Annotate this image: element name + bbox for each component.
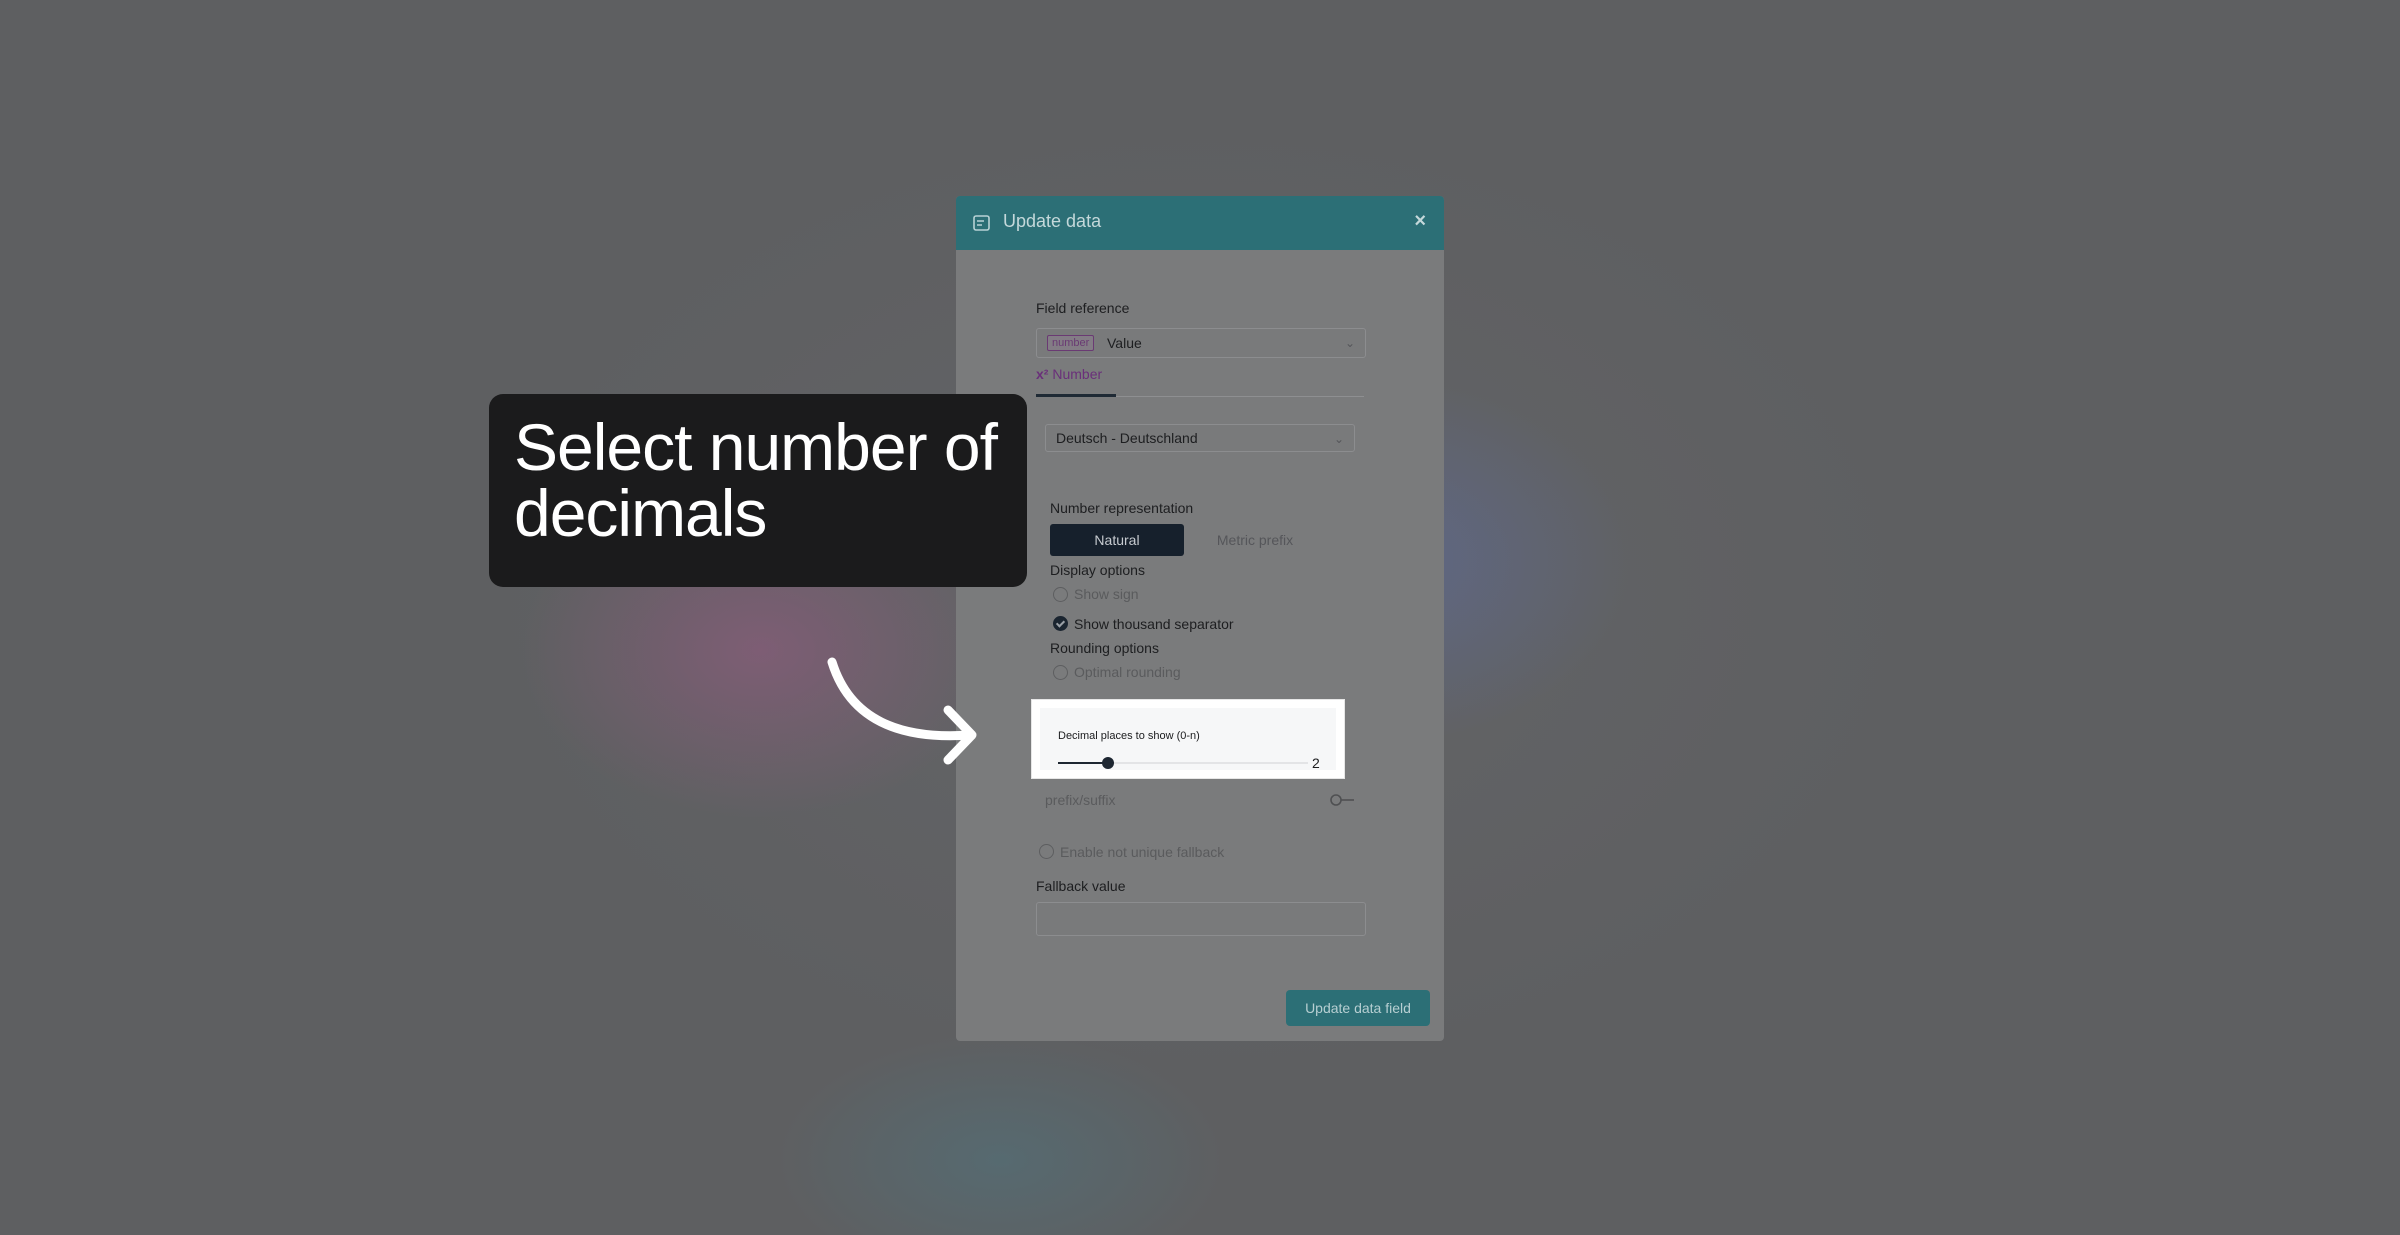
locale-value: Deutsch - Deutschland [1056, 430, 1198, 446]
superscript-icon: x² [1036, 366, 1049, 382]
callout-line-1: Select number of [514, 410, 998, 484]
chevron-down-icon: ⌄ [1344, 336, 1355, 350]
instruction-callout: Select number of decimals [489, 394, 1027, 587]
decimal-places-label: Decimal places to show (0-n) [1058, 730, 1200, 742]
prefix-suffix-label: prefix/suffix [1045, 792, 1116, 808]
optimal-rounding-radio[interactable] [1053, 665, 1068, 680]
tab-number[interactable]: x² Number [1036, 366, 1102, 382]
decimal-places-value: 2 [1312, 755, 1320, 771]
decimal-places-panel: Decimal places to show (0-n) 2 [1040, 708, 1336, 771]
natural-option[interactable]: Natural [1050, 524, 1184, 556]
locale-select[interactable]: Deutsch - Deutschland ⌄ [1045, 424, 1355, 452]
tab-active-indicator [1036, 394, 1116, 397]
tab-number-label: Number [1052, 366, 1103, 382]
decimal-places-highlight: Decimal places to show (0-n) 2 [1032, 700, 1344, 778]
fallback-value-label: Fallback value [1036, 878, 1126, 894]
slider-fill [1058, 762, 1108, 764]
field-reference-value: Value [1107, 335, 1142, 351]
metric-prefix-option[interactable]: Metric prefix [1188, 524, 1322, 556]
display-options-label: Display options [1050, 562, 1145, 578]
slider-thumb[interactable] [1102, 757, 1114, 769]
update-data-dialog: Update data × Field reference number Val… [956, 196, 1444, 1041]
not-unique-fallback-label: Enable not unique fallback [1060, 844, 1225, 860]
thousand-separator-label: Show thousand separator [1074, 616, 1234, 632]
dialog-header: Update data × [956, 196, 1444, 250]
pointer-arrow-icon [827, 657, 977, 765]
field-reference-select[interactable]: number Value ⌄ [1036, 328, 1366, 358]
toggle-icon[interactable] [1330, 793, 1356, 807]
rounding-options-label: Rounding options [1050, 640, 1159, 656]
thousand-separator-checkbox[interactable] [1053, 616, 1068, 631]
data-edit-icon [973, 215, 990, 231]
fallback-value-input[interactable] [1036, 902, 1366, 936]
type-badge: number [1047, 335, 1095, 351]
close-icon[interactable]: × [1414, 210, 1426, 233]
not-unique-fallback-radio[interactable] [1039, 844, 1054, 859]
callout-line-2: decimals [514, 476, 767, 550]
optimal-rounding-label: Optimal rounding [1074, 664, 1181, 680]
callout-text: Select number of decimals [514, 414, 1024, 546]
chevron-down-icon: ⌄ [1333, 432, 1344, 446]
number-representation-label: Number representation [1050, 500, 1194, 516]
show-sign-radio[interactable] [1053, 587, 1068, 602]
show-sign-label: Show sign [1074, 586, 1139, 602]
field-reference-label: Field reference [1036, 300, 1130, 316]
dialog-title: Update data [1003, 211, 1102, 231]
update-data-field-button[interactable]: Update data field [1286, 990, 1430, 1026]
